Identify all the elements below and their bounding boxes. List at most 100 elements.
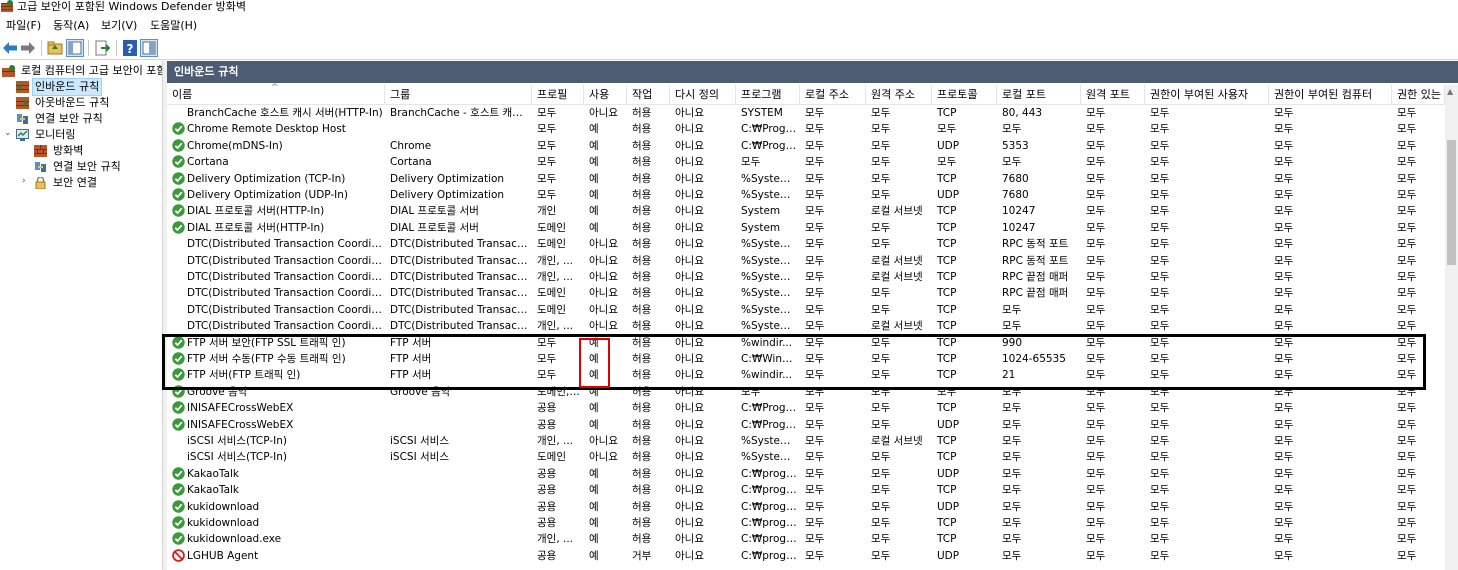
table-row[interactable]: DTC(Distributed Transaction Coordinato..… <box>167 236 1445 252</box>
col-profile: 도메인, ... <box>537 385 582 398</box>
chevron-right-icon[interactable]: › <box>22 176 26 186</box>
col-authorized-users-header[interactable]: 권한이 부여된 사용자 <box>1145 85 1269 105</box>
col-local-address-header[interactable]: 로컬 주소 <box>800 85 866 105</box>
back-icon[interactable] <box>1 39 19 57</box>
table-row[interactable]: Delivery Optimization (TCP-In) Delivery O… <box>167 171 1445 187</box>
col-group: Delivery Optimization <box>390 172 505 185</box>
firewall-root-icon <box>2 65 15 77</box>
col-authorized-local-header[interactable]: 권한 있는 <box>1392 85 1445 105</box>
col-name: LGHUB Agent <box>187 549 259 562</box>
vertical-scrollbar[interactable]: ▲ <box>1445 85 1458 570</box>
menu-action[interactable]: 동작(A) <box>53 19 89 33</box>
col-override: 아니요 <box>675 107 704 119</box>
forward-icon[interactable] <box>19 39 37 57</box>
allow-check-icon <box>172 385 185 398</box>
col-authorized-computers: 모두 <box>1274 271 1294 283</box>
col-profile-header[interactable]: 프로필 <box>532 85 584 105</box>
col-remote-address: 모두 <box>871 418 891 431</box>
col-protocol: TCP <box>937 238 957 251</box>
table-row[interactable]: KakaoTalk 공용 예 허용 아니요 C:₩progr... 모두 모두 TCP 모두 모두 모… <box>167 482 1445 498</box>
export-list-icon[interactable] <box>93 39 111 57</box>
table-row[interactable]: Groove 음악 Groove 음악 도메인, ... 예 허용 아니요 모두 모두 모두 모두… <box>167 384 1445 400</box>
col-remote-address: 모두 <box>871 123 891 136</box>
table-row[interactable]: iSCSI 서비스(TCP-In) iSCSI 서비스 개인, ... 아니요 허용 아니… <box>167 433 1445 449</box>
table-row[interactable]: Chrome(mDNS-In) Chrome 모두 예 허용 아니요 C:₩Progr...… <box>167 138 1445 154</box>
menu-file[interactable]: 파일(F) <box>6 19 41 33</box>
col-authorized-local: 모두 <box>1397 533 1417 546</box>
up-folder-icon[interactable] <box>46 39 64 57</box>
col-enabled-header[interactable]: 사용 <box>584 85 627 105</box>
chevron-down-icon[interactable]: ⌄ <box>4 128 12 138</box>
col-protocol: TCP <box>937 221 957 234</box>
properties-icon[interactable] <box>140 39 158 57</box>
table-row[interactable]: kukidownload 공용 예 허용 아니요 C:₩progr... 모두 모두 TCP 모두… <box>167 515 1445 531</box>
col-remote-address: 로컬 서브넷 <box>871 205 923 218</box>
col-group-header[interactable]: 그룹 <box>385 85 532 105</box>
scroll-up-icon[interactable]: ▲ <box>1447 87 1453 96</box>
col-profile: 공용 <box>537 418 557 431</box>
col-program: C:₩progr... <box>741 500 798 513</box>
nav-item-label: 인바운드 규칙 <box>31 78 103 96</box>
col-program-header[interactable]: 프로그램 <box>736 85 800 105</box>
col-remote-port: 모두 <box>1086 484 1106 497</box>
show-hide-tree-icon[interactable] <box>66 39 84 57</box>
table-row[interactable]: Chrome Remote Desktop Host 모두 예 허용 아니요 C:₩Pro… <box>167 121 1445 137</box>
table-row[interactable]: FTP 서버(FTP 트래픽 인) FTP 서버 모두 예 허용 아니요 %windir..… <box>167 367 1445 383</box>
col-program: %windir... <box>741 336 793 349</box>
col-name: DTC(Distributed Transaction Coordinato..… <box>187 303 383 316</box>
col-remote-port: 모두 <box>1086 336 1106 349</box>
help-icon[interactable]: ? <box>121 39 139 57</box>
table-row[interactable]: kukidownload.exe 개인, ... 예 허용 아니요 C:₩progr...… <box>167 531 1445 547</box>
col-profile: 모두 <box>537 189 557 201</box>
table-row[interactable]: iSCSI 서비스(TCP-In) iSCSI 서비스 도메인 아니요 허용 아니요 %Sy… <box>167 449 1445 465</box>
col-group: Groove 음악 <box>390 385 451 398</box>
table-row[interactable]: INISAFECrossWebEX 공용 예 허용 아니요 C:₩Progr... 모두 모두… <box>167 417 1445 433</box>
table-row[interactable]: BranchCache 호스트 캐시 서버(HTTP-In) BranchCach… <box>167 105 1445 121</box>
menu-help[interactable]: 도움말(H) <box>150 19 197 33</box>
col-remote-port-header[interactable]: 원격 포트 <box>1081 85 1145 105</box>
menu-view[interactable]: 보기(V) <box>101 19 137 33</box>
table-row[interactable]: DTC(Distributed Transaction Coordinato..… <box>167 253 1445 269</box>
col-authorized-users: 모두 <box>1150 418 1170 431</box>
table-row[interactable]: KakaoTalk 공용 예 허용 아니요 C:₩progr... 모두 모두 UDP 모두 모두 모… <box>167 466 1445 482</box>
allow-check-icon <box>172 139 185 152</box>
col-action: 허용 <box>632 271 652 283</box>
table-row[interactable]: Delivery Optimization (UDP-In) Delivery O… <box>167 187 1445 203</box>
col-authorized-computers-header[interactable]: 권한이 부여된 컴퓨터 <box>1269 85 1392 105</box>
col-local-address: 모두 <box>805 484 825 497</box>
scroll-thumb[interactable] <box>1447 140 1456 265</box>
table-row[interactable]: FTP 서버 수동(FTP 수동 트래픽 인) FTP 서버 모두 예 허용 아니요 C:₩… <box>167 351 1445 367</box>
col-protocol-header[interactable]: 프로토콜 <box>932 85 997 105</box>
col-local-address: 모두 <box>805 500 825 513</box>
col-local-port-header[interactable]: 로컬 포트 <box>997 85 1081 105</box>
table-row[interactable]: DTC(Distributed Transaction Coordinato..… <box>167 318 1445 334</box>
col-group <box>390 482 530 498</box>
col-local-port: 모두 <box>1002 533 1022 546</box>
table-row[interactable]: Cortana Cortana 모두 예 허용 아니요 모두 모두 모두 모두 모두 모두 모두 모두 모두 <box>167 154 1445 170</box>
col-local-address: 모두 <box>805 205 825 218</box>
table-row[interactable]: DTC(Distributed Transaction Coordinato..… <box>167 302 1445 318</box>
col-remote-address: 모두 <box>871 385 891 398</box>
col-authorized-users: 모두 <box>1150 156 1170 169</box>
table-row[interactable]: DIAL 프로토콜 서버(HTTP-In) DIAL 프로토콜 서버 개인 예 허용 아니… <box>167 203 1445 219</box>
col-protocol: TCP <box>937 271 957 283</box>
col-action-header[interactable]: 작업 <box>627 85 670 105</box>
col-remote-address-header[interactable]: 원격 주소 <box>866 85 932 105</box>
col-enabled: 아니요 <box>589 271 618 283</box>
col-override-header[interactable]: 다시 정의 <box>670 85 736 105</box>
table-row[interactable]: LGHUB Agent 공용 예 거부 아니요 C:₩progr... 모두 모두 UDP 모두 모… <box>167 548 1445 564</box>
table-row[interactable]: kukidownload 공용 예 허용 아니요 C:₩progr... 모두 모두 UDP 모두… <box>167 499 1445 515</box>
col-protocol: TCP <box>937 517 957 529</box>
toolbar-divider <box>0 59 1458 60</box>
table-row[interactable]: INISAFECrossWebEX 공용 예 허용 아니요 C:₩Progr... 모두 모두… <box>167 400 1445 416</box>
col-remote-port: 모두 <box>1086 254 1106 267</box>
table-row[interactable]: FTP 서버 보안(FTP SSL 트래픽 인) FTP 서버 모두 예 허용 아니요 %w… <box>167 335 1445 351</box>
col-enabled: 아니요 <box>589 287 618 300</box>
table-row[interactable]: DTC(Distributed Transaction Coordinato..… <box>167 269 1445 285</box>
table-row[interactable]: DTC(Distributed Transaction Coordinato..… <box>167 285 1445 301</box>
table-row[interactable]: DIAL 프로토콜 서버(HTTP-In) DIAL 프로토콜 서버 도메인 예 허용 아… <box>167 220 1445 236</box>
col-remote-port: 모두 <box>1086 107 1106 119</box>
col-profile: 개인, ... <box>537 320 574 333</box>
col-action: 거부 <box>632 549 652 562</box>
col-group: FTP 서버 <box>390 336 432 349</box>
